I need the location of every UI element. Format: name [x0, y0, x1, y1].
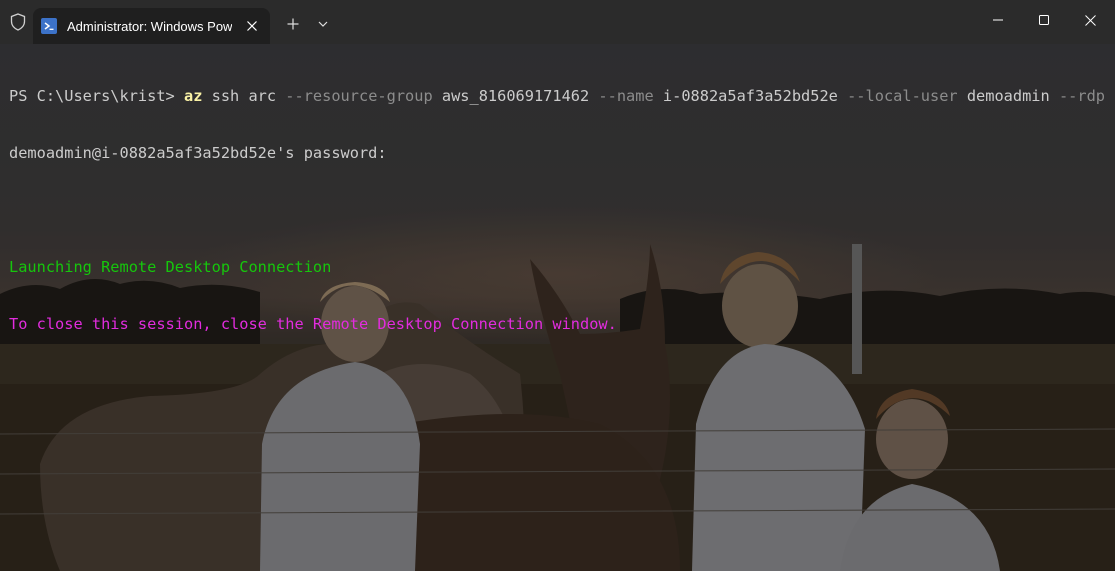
- command-subcommand: ssh: [202, 87, 240, 105]
- command-subcommand: arc: [239, 87, 277, 105]
- command-argument: i-0882a5af3a52bd52e: [653, 87, 838, 105]
- title-bar[interactable]: Administrator: Windows PowerShell: [0, 0, 1115, 44]
- plus-icon[interactable]: [280, 12, 306, 36]
- minimize-icon[interactable]: [975, 0, 1021, 40]
- shield-icon: [8, 12, 28, 32]
- terminal-window: Administrator: Windows PowerShell: [0, 0, 1115, 571]
- close-instruction: To close this session, close the Remote …: [9, 315, 617, 333]
- command-parameter: --rdp: [1049, 87, 1105, 105]
- password-prompt: demoadmin@i-0882a5af3a52bd52e's password…: [9, 144, 387, 162]
- command-parameter: --name: [589, 87, 654, 105]
- launch-message: Launching Remote Desktop Connection: [9, 258, 332, 276]
- terminal-output[interactable]: PS C:\Users\krist> az ssh arc --resource…: [0, 44, 1115, 571]
- close-icon[interactable]: [1067, 0, 1113, 40]
- command-executable: az: [183, 87, 203, 105]
- close-icon[interactable]: [244, 18, 260, 34]
- command-line: PS C:\Users\krist> az ssh arc --resource…: [9, 87, 1115, 106]
- chevron-down-icon[interactable]: [311, 12, 335, 36]
- command-parameter: --local-user: [837, 87, 958, 105]
- console-text: PS C:\Users\krist> az ssh arc --resource…: [9, 49, 1115, 372]
- tab-title: Administrator: Windows PowerShell: [67, 18, 232, 34]
- command-parameter: --resource-group: [276, 87, 433, 105]
- command-argument: demoadmin: [957, 87, 1050, 105]
- command-argument: aws_816069171462: [432, 87, 590, 105]
- tab-powershell[interactable]: Administrator: Windows PowerShell: [33, 8, 270, 44]
- prompt: PS C:\Users\krist>: [9, 87, 184, 105]
- maximize-icon[interactable]: [1021, 0, 1067, 40]
- powershell-icon: [41, 18, 57, 34]
